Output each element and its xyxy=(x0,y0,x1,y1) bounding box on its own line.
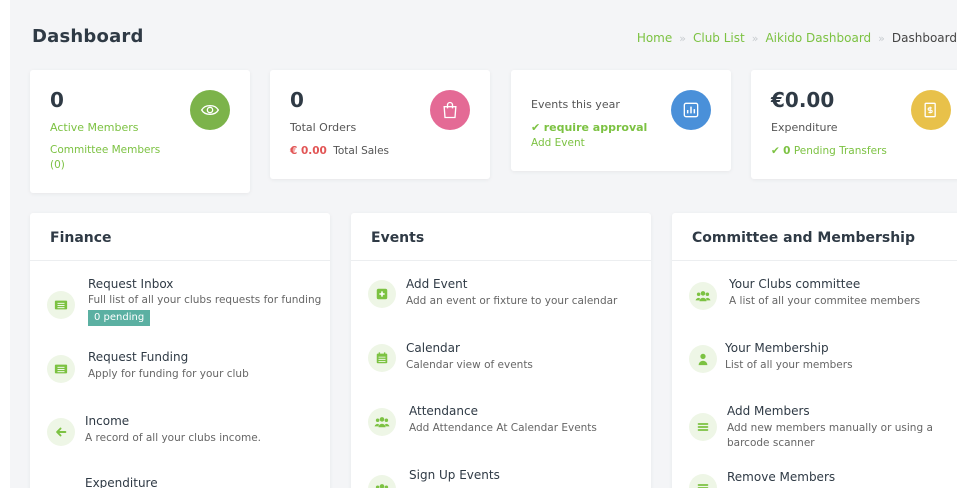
income-item[interactable]: Income A record of all your clubs income… xyxy=(30,413,330,449)
breadcrumb-aikido-dashboard[interactable]: Aikido Dashboard xyxy=(765,31,871,45)
breadcrumb-separator: » xyxy=(751,32,759,45)
check-icon: ✔ xyxy=(531,121,541,134)
events-this-year-label: Events this year xyxy=(531,98,620,111)
expenditure-stat-card: €0.00 Expenditure ✔ 0 Pending Transfers xyxy=(751,70,957,179)
finance-panel: Finance Request Inbox Full list of all y… xyxy=(30,213,330,488)
remove-members-item[interactable]: Remove Members xyxy=(672,469,957,488)
money-icon xyxy=(911,90,951,130)
orders-stat-card: 0 Total Orders € 0.00 Total Sales xyxy=(270,70,490,179)
chart-icon xyxy=(671,90,711,130)
request-inbox-desc: Full list of all your clubs requests for… xyxy=(88,294,322,306)
calendar-icon xyxy=(368,344,396,372)
committee-members-count: (0) xyxy=(50,159,65,171)
committee-panel-title: Committee and Membership xyxy=(672,213,957,261)
finance-panel-title: Finance xyxy=(30,213,330,261)
pending-transfers-link[interactable]: Pending Transfers xyxy=(794,145,887,157)
pending-badge: 0 pending xyxy=(88,310,151,326)
require-approval-link[interactable]: require approval xyxy=(544,121,648,134)
members-stat-card: 0 Active Members Committee Members (0) xyxy=(30,70,250,193)
events-stat-card: Events this year ✔ require approval Add … xyxy=(511,70,731,171)
page-title: Dashboard xyxy=(32,26,144,47)
menu-icon xyxy=(689,474,717,488)
calendar-desc: Calendar view of events xyxy=(406,359,533,371)
request-inbox-title: Request Inbox xyxy=(88,277,174,291)
active-members-label[interactable]: Active Members xyxy=(50,121,139,134)
sign-up-events-title: Sign Up Events xyxy=(409,468,500,482)
left-edge xyxy=(0,0,10,488)
list-icon xyxy=(47,355,75,383)
breadcrumb-club-list[interactable]: Club List xyxy=(693,31,745,45)
breadcrumb-home[interactable]: Home xyxy=(637,31,672,45)
breadcrumb-separator: » xyxy=(679,32,686,45)
plus-square-icon xyxy=(368,280,396,308)
attendance-item[interactable]: Attendance Add Attendance At Calendar Ev… xyxy=(351,403,651,439)
active-members-count: 0 xyxy=(50,88,64,112)
clubs-committee-desc: A list of all your commitee members xyxy=(729,295,921,307)
events-panel-title: Events xyxy=(351,213,651,261)
sign-up-events-item[interactable]: Sign Up Events xyxy=(351,467,651,488)
list-icon xyxy=(47,291,75,319)
events-panel: Events Add Event Add an event or fixture… xyxy=(351,213,651,488)
total-sales-amount: € 0.00 xyxy=(290,145,327,157)
expenditure-title: Expenditure xyxy=(85,476,158,488)
request-funding-item[interactable]: Request Funding Apply for funding for yo… xyxy=(30,350,330,386)
add-members-desc: Add new members manually or using a barc… xyxy=(727,422,933,449)
add-members-item[interactable]: Add Members Add new members manually or … xyxy=(672,404,957,456)
menu-icon xyxy=(689,413,717,441)
request-funding-desc: Apply for funding for your club xyxy=(88,368,249,380)
breadcrumb: Home » Club List » Aikido Dashboard » Dashboar… xyxy=(637,31,957,45)
attendance-desc: Add Attendance At Calendar Events xyxy=(409,422,597,434)
request-funding-title: Request Funding xyxy=(88,350,189,364)
pending-transfers-count: 0 xyxy=(783,145,791,157)
eye-icon xyxy=(190,90,230,130)
users-icon xyxy=(368,408,396,436)
committee-panel: Committee and Membership Your Clubs comm… xyxy=(672,213,957,488)
arrow-left-icon xyxy=(47,418,75,446)
add-members-title: Add Members xyxy=(727,404,810,418)
user-icon xyxy=(689,345,717,373)
expenditure-amount: €0.00 xyxy=(771,88,835,112)
income-title: Income xyxy=(85,414,130,428)
add-event-link[interactable]: Add Event xyxy=(531,137,585,149)
users-icon xyxy=(368,475,396,488)
your-membership-item[interactable]: Your Membership List of all your members xyxy=(672,340,957,376)
add-event-desc: Add an event or fixture to your calendar xyxy=(406,295,618,307)
breadcrumb-separator: » xyxy=(878,32,885,45)
clubs-committee-item[interactable]: Your Clubs committee A list of all your … xyxy=(672,277,957,313)
attendance-title: Attendance xyxy=(409,404,478,418)
expenditure-item[interactable]: Expenditure xyxy=(30,475,330,488)
total-sales-label: Total Sales xyxy=(333,145,390,157)
calendar-item[interactable]: Calendar Calendar view of events xyxy=(351,340,651,376)
your-membership-desc: List of all your members xyxy=(725,359,853,371)
remove-members-title: Remove Members xyxy=(727,470,836,484)
request-inbox-item[interactable]: Request Inbox Full list of all your club… xyxy=(30,277,330,329)
add-event-title: Add Event xyxy=(406,277,468,291)
shopping-bag-icon xyxy=(430,90,470,130)
total-orders-label: Total Orders xyxy=(290,121,357,134)
expenditure-label: Expenditure xyxy=(771,121,838,134)
total-orders-count: 0 xyxy=(290,88,304,112)
check-icon: ✔ xyxy=(771,145,780,157)
calendar-title: Calendar xyxy=(406,341,460,355)
committee-members-link[interactable]: Committee Members xyxy=(50,144,160,156)
income-desc: A record of all your clubs income. xyxy=(85,432,262,444)
your-membership-title: Your Membership xyxy=(725,341,829,355)
breadcrumb-current: Dashboard xyxy=(891,31,957,45)
users-icon xyxy=(689,282,717,310)
add-event-item[interactable]: Add Event Add an event or fixture to you… xyxy=(351,277,651,313)
clubs-committee-title: Your Clubs committee xyxy=(729,277,861,291)
